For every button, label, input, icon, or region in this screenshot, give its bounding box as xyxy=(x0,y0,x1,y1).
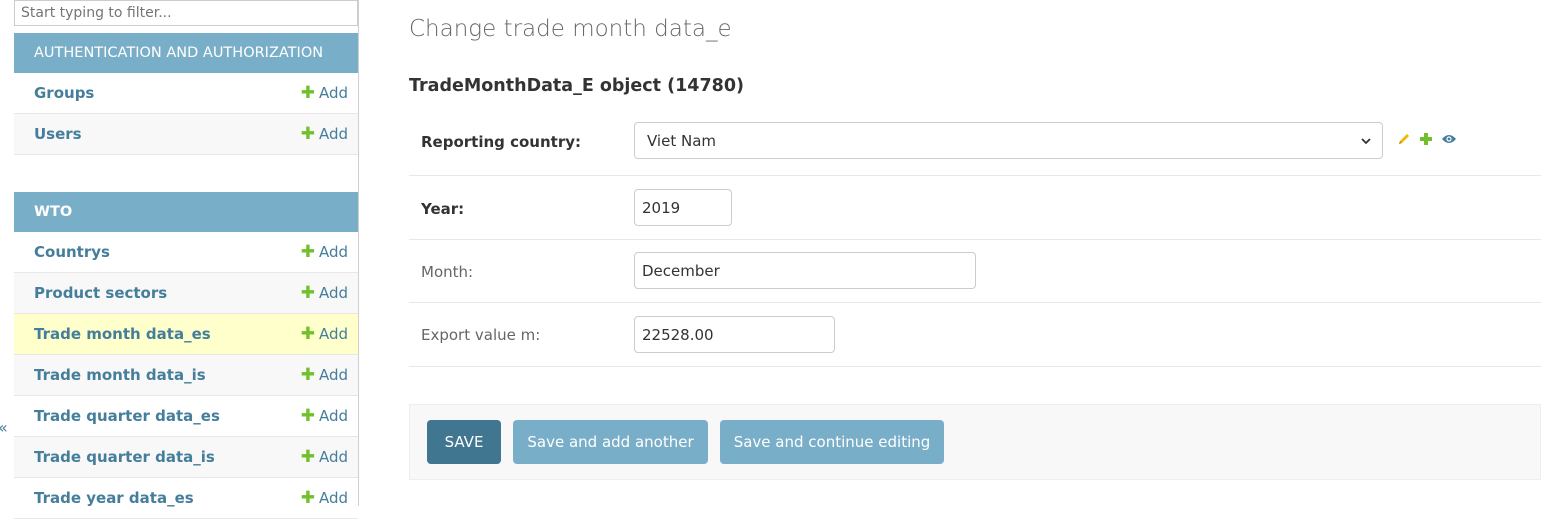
object-title: TradeMonthData_E object (14780) xyxy=(409,76,745,96)
add-label: Add xyxy=(318,84,348,102)
sidebar-item-countrys: Countrys ✚ Add xyxy=(14,232,358,273)
sidebar-item-trade-quarter-data-es: Trade quarter data_es ✚ Add xyxy=(14,396,358,437)
pencil-icon[interactable] xyxy=(1397,132,1411,146)
plus-icon: ✚ xyxy=(300,447,315,467)
reporting-country-select[interactable]: Viet Nam xyxy=(634,122,1383,159)
plus-icon: ✚ xyxy=(300,124,315,144)
form-row-year: Year: xyxy=(409,176,1541,240)
add-trade-quarter-data-is-link[interactable]: ✚ Add xyxy=(301,437,348,478)
add-label: Add xyxy=(318,325,348,343)
add-groups-link[interactable]: ✚ Add xyxy=(301,73,348,114)
add-label: Add xyxy=(318,125,348,143)
sidebar-item-product-sectors: Product sectors ✚ Add xyxy=(14,273,358,314)
form-row-export-value: Export value m: xyxy=(409,303,1541,367)
add-users-link[interactable]: ✚ Add xyxy=(301,114,348,155)
model-link-trade-quarter-data-es[interactable]: Trade quarter data_es xyxy=(34,396,220,437)
model-link-trade-quarter-data-is[interactable]: Trade quarter data_is xyxy=(34,437,215,478)
save-and-continue-button[interactable]: Save and continue editing xyxy=(720,420,944,464)
model-link-product-sectors[interactable]: Product sectors xyxy=(34,273,167,314)
plus-icon: ✚ xyxy=(300,488,315,508)
add-label: Add xyxy=(318,284,348,302)
model-link-users[interactable]: Users xyxy=(34,114,82,155)
sidebar-item-trade-month-data-es: Trade month data_es ✚ Add xyxy=(14,314,358,355)
model-link-trade-year-data-es[interactable]: Trade year data_es xyxy=(34,478,194,519)
plus-icon: ✚ xyxy=(300,365,315,385)
export-value-input[interactable] xyxy=(634,316,835,353)
add-trade-month-data-es-link[interactable]: ✚ Add xyxy=(301,314,348,355)
add-trade-quarter-data-es-link[interactable]: ✚ Add xyxy=(301,396,348,437)
app-header-auth[interactable]: AUTHENTICATION AND AUTHORIZATION xyxy=(14,33,358,73)
form-row-month: Month: xyxy=(409,240,1541,303)
plus-icon: ✚ xyxy=(300,324,315,344)
page-title: Change trade month data_e xyxy=(409,16,732,42)
year-label: Year: xyxy=(421,200,465,218)
year-input[interactable] xyxy=(634,189,732,226)
nav-sidebar: AUTHENTICATION AND AUTHORIZATION Groups … xyxy=(14,0,358,519)
sidebar-divider xyxy=(358,0,359,506)
model-link-trade-month-data-is[interactable]: Trade month data_is xyxy=(34,355,206,396)
model-link-groups[interactable]: Groups xyxy=(34,73,94,114)
submit-row: SAVE Save and add another Save and conti… xyxy=(409,404,1541,480)
month-label: Month: xyxy=(421,263,474,281)
plus-icon: ✚ xyxy=(300,242,315,262)
add-label: Add xyxy=(318,448,348,466)
save-and-add-another-button[interactable]: Save and add another xyxy=(513,420,708,464)
app-header-wto[interactable]: WTO xyxy=(14,192,358,232)
reporting-country-label: Reporting country: xyxy=(421,133,582,151)
sidebar-item-trade-quarter-data-is: Trade quarter data_is ✚ Add xyxy=(14,437,358,478)
add-product-sectors-link[interactable]: ✚ Add xyxy=(301,273,348,314)
reporting-country-value: Viet Nam xyxy=(647,132,717,150)
add-trade-year-data-es-link[interactable]: ✚ Add xyxy=(301,478,348,519)
plus-icon[interactable] xyxy=(1419,132,1433,146)
export-value-label: Export value m: xyxy=(421,326,541,344)
add-label: Add xyxy=(318,366,348,384)
add-label: Add xyxy=(318,243,348,261)
add-trade-month-data-is-link[interactable]: ✚ Add xyxy=(301,355,348,396)
plus-icon: ✚ xyxy=(300,283,315,303)
model-link-trade-month-data-es[interactable]: Trade month data_es xyxy=(34,314,211,355)
sidebar-item-trade-month-data-is: Trade month data_is ✚ Add xyxy=(14,355,358,396)
chevron-down-icon xyxy=(1361,138,1371,145)
add-countrys-link[interactable]: ✚ Add xyxy=(301,232,348,273)
sidebar-item-users: Users ✚ Add xyxy=(14,114,358,155)
collapse-sidebar-icon[interactable]: « xyxy=(0,418,8,437)
plus-icon: ✚ xyxy=(300,83,315,103)
eye-icon[interactable] xyxy=(1441,133,1457,145)
sidebar-item-trade-year-data-es: Trade year data_es ✚ Add xyxy=(14,478,358,519)
sidebar-item-groups: Groups ✚ Add xyxy=(14,73,358,114)
add-label: Add xyxy=(318,407,348,425)
add-label: Add xyxy=(318,489,348,507)
related-widget-icons xyxy=(1397,132,1457,146)
model-link-countrys[interactable]: Countrys xyxy=(34,232,110,273)
plus-icon: ✚ xyxy=(300,406,315,426)
month-input[interactable] xyxy=(634,252,976,289)
form-row-reporting-country: Reporting country: Viet Nam xyxy=(409,122,1541,176)
save-button[interactable]: SAVE xyxy=(427,420,501,464)
nav-filter-input[interactable] xyxy=(14,0,358,26)
